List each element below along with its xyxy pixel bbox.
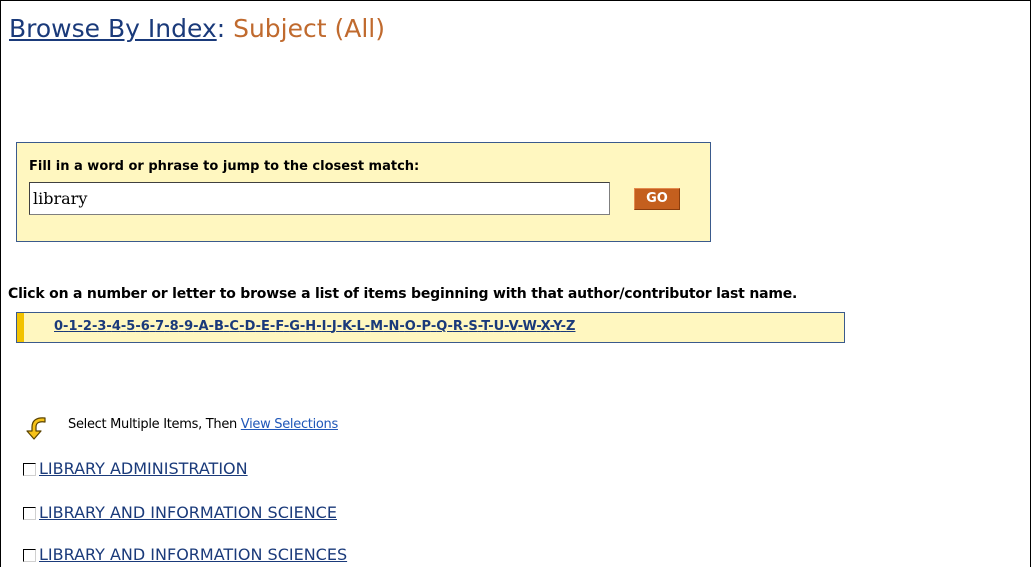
result-link[interactable]: LIBRARY AND INFORMATION SCIENCE	[39, 502, 337, 524]
title-separator: :	[216, 14, 226, 43]
view-selections-link[interactable]: View Selections	[241, 417, 338, 432]
result-checkbox[interactable]	[23, 507, 36, 520]
letter-link-6[interactable]: 6	[141, 319, 150, 334]
letter-link-c[interactable]: C	[229, 319, 239, 334]
letter-link-k[interactable]: K	[342, 319, 351, 334]
letter-link-a[interactable]: A	[199, 319, 209, 334]
letter-link-x[interactable]: X	[541, 319, 550, 334]
browse-instruction: Click on a number or letter to browse a …	[8, 286, 798, 302]
letter-link-m[interactable]: M	[370, 319, 383, 334]
result-link[interactable]: LIBRARY AND INFORMATION SCIENCES	[39, 544, 347, 566]
letter-link-9[interactable]: 9	[184, 319, 193, 334]
letter-link-8[interactable]: 8	[170, 319, 179, 334]
page-frame: Browse By Index: Subject (All) Fill in a…	[0, 0, 1031, 567]
letter-link-7[interactable]: 7	[155, 319, 164, 334]
letter-link-w[interactable]: W	[523, 319, 537, 334]
letter-list: 0-1-2-3-4-5-6-7-8-9-A-B-C-D-E-F-G-H-I-J-…	[54, 319, 575, 334]
letter-link-f[interactable]: F	[275, 319, 283, 334]
letter-link-4[interactable]: 4	[112, 319, 121, 334]
letter-link-2[interactable]: 2	[83, 319, 92, 334]
result-checkbox[interactable]	[23, 463, 36, 476]
letter-link-s[interactable]: S	[468, 319, 477, 334]
letter-link-v[interactable]: V	[509, 319, 518, 334]
letter-link-q[interactable]: Q	[436, 319, 447, 334]
letter-link-r[interactable]: R	[453, 319, 463, 334]
index-subject-label: Subject (All)	[225, 14, 385, 43]
page-title: Browse By Index: Subject (All)	[9, 13, 385, 45]
letter-link-b[interactable]: B	[214, 319, 224, 334]
letter-link-p[interactable]: P	[422, 319, 431, 334]
search-panel: Fill in a word or phrase to jump to the …	[16, 142, 711, 242]
letter-link-1[interactable]: 1	[68, 319, 77, 334]
curved-arrow-down-icon	[26, 417, 46, 440]
letter-link-5[interactable]: 5	[126, 319, 135, 334]
letter-bar-accent	[17, 313, 24, 342]
letter-link-d[interactable]: D	[245, 319, 256, 334]
letter-link-o[interactable]: O	[405, 319, 416, 334]
multi-select-label: Select Multiple Items, Then	[68, 417, 241, 432]
letter-link-u[interactable]: U	[494, 319, 505, 334]
browse-by-index-link[interactable]: Browse By Index	[9, 14, 217, 43]
go-button[interactable]: GO	[634, 188, 680, 210]
letter-link-y[interactable]: Y	[553, 319, 561, 334]
result-link[interactable]: LIBRARY ADMINISTRATION	[39, 458, 248, 480]
letter-link-l[interactable]: L	[356, 319, 364, 334]
letter-link-e[interactable]: E	[261, 319, 270, 334]
letter-bar: 0-1-2-3-4-5-6-7-8-9-A-B-C-D-E-F-G-H-I-J-…	[16, 312, 845, 343]
letter-link-g[interactable]: G	[289, 319, 300, 334]
search-label: Fill in a word or phrase to jump to the …	[29, 159, 420, 174]
letter-link-n[interactable]: N	[389, 319, 400, 334]
letter-link-z[interactable]: Z	[566, 319, 575, 334]
letter-link-0[interactable]: 0	[54, 319, 63, 334]
result-checkbox[interactable]	[23, 549, 36, 562]
letter-link-h[interactable]: H	[305, 319, 316, 334]
multi-select-text: Select Multiple Items, Then View Selecti…	[68, 417, 338, 432]
search-input[interactable]	[29, 182, 610, 215]
